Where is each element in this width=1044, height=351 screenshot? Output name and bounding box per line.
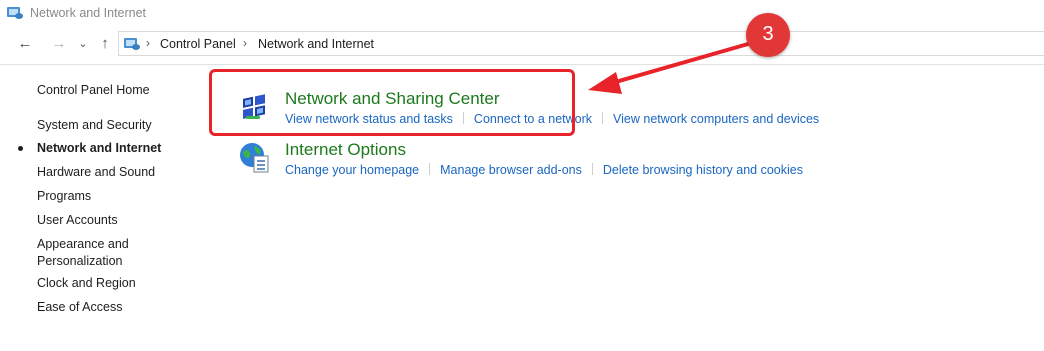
step-badge: 3 [746, 13, 790, 57]
pointer-arrow-icon [588, 42, 750, 94]
